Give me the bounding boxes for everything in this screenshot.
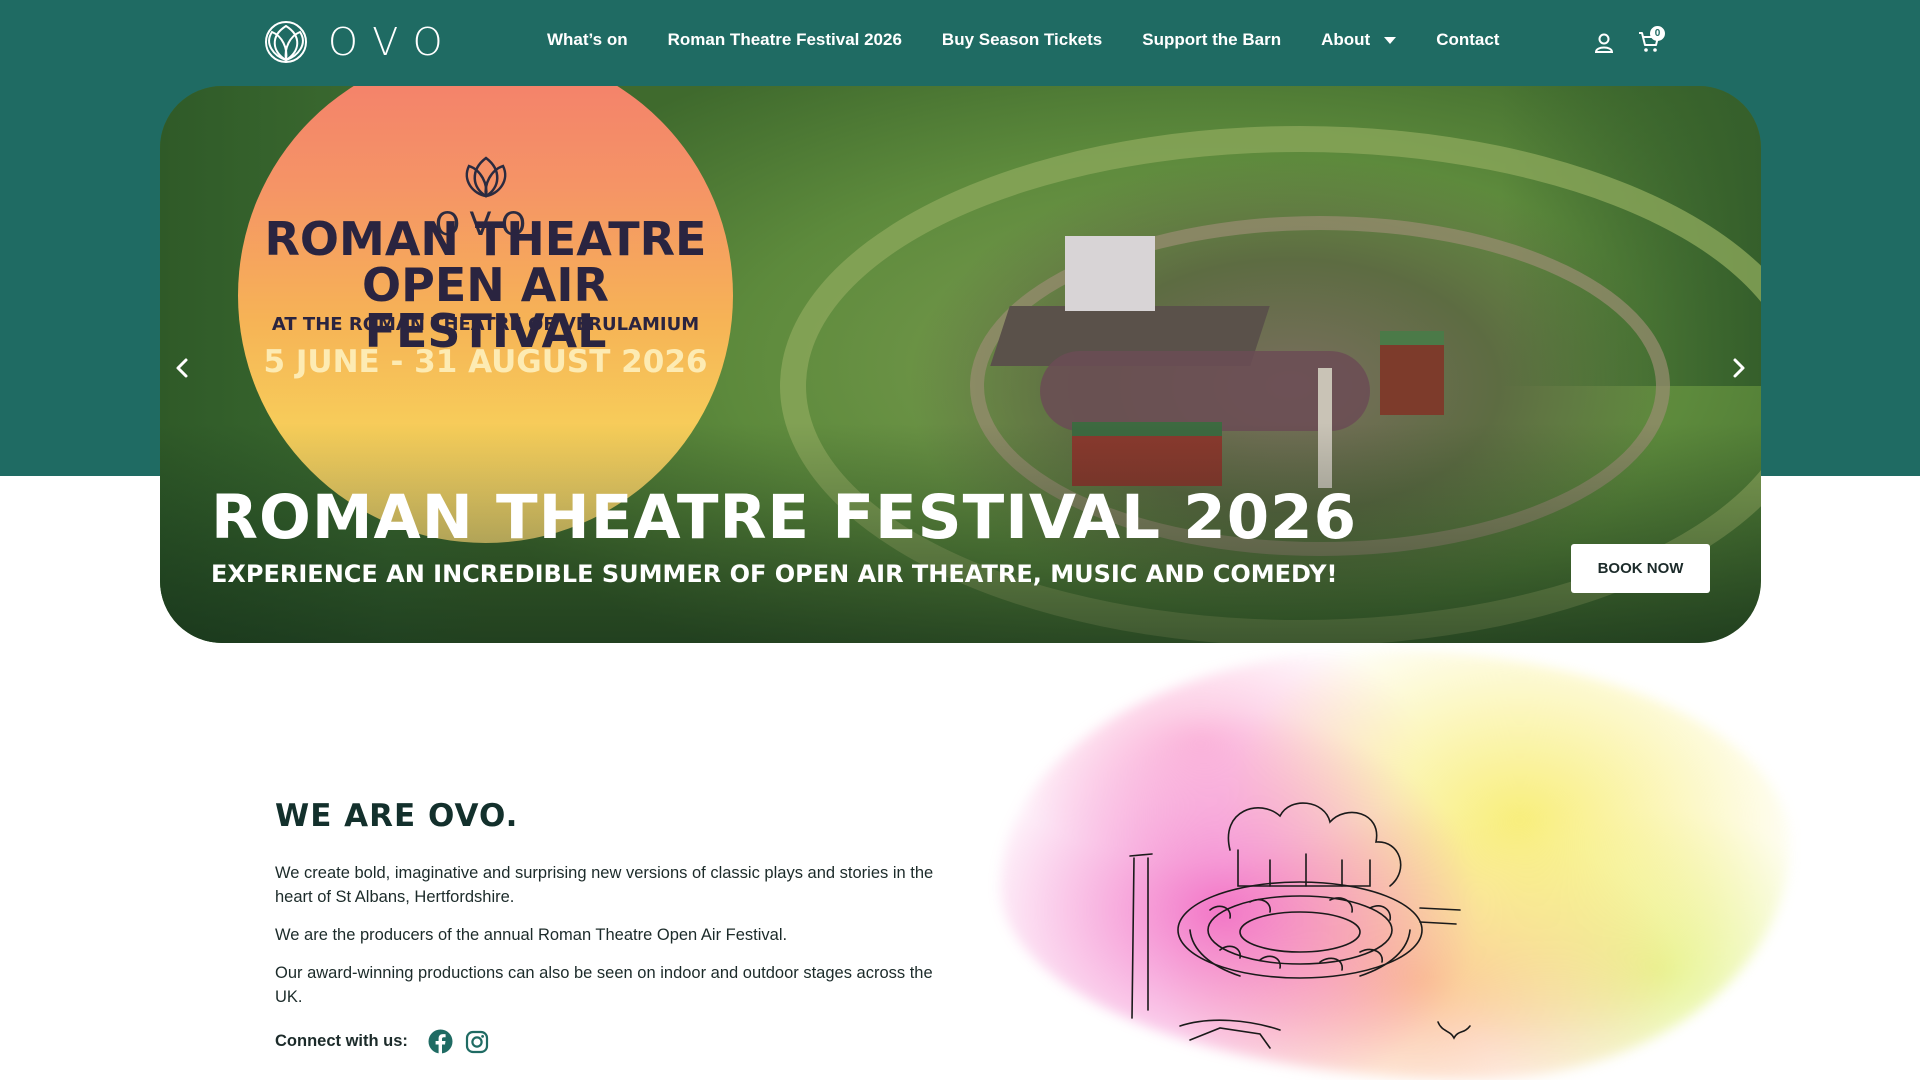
chevron-left-icon[interactable]	[170, 352, 194, 384]
nav-whats-on[interactable]: What’s on	[547, 30, 628, 50]
instagram-icon[interactable]	[465, 1030, 489, 1054]
poster-venue: AT THE ROMAN THEATRE OF VERULAMIUM	[271, 314, 700, 335]
hero-subtitle: EXPERIENCE AN INCREDIBLE SUMMER OF OPEN …	[211, 560, 1338, 588]
chevron-right-icon[interactable]	[1727, 352, 1751, 384]
account-icon[interactable]	[1594, 32, 1614, 54]
about-paragraph: We create bold, imaginative and surprisi…	[275, 864, 934, 906]
connect-label: Connect with us:	[275, 1032, 408, 1050]
logo-wordmark: OVO	[328, 20, 458, 64]
nav-about[interactable]: About	[1321, 30, 1397, 50]
book-now-button[interactable]: BOOK NOW	[1571, 544, 1710, 593]
hero-title: ROMAN THEATRE FESTIVAL 2026	[211, 482, 1358, 553]
nav-label: Contact	[1436, 30, 1500, 49]
about-heading: WE ARE OVO.	[275, 798, 519, 834]
facebook-icon[interactable]	[428, 1029, 453, 1054]
hero-photo-stage	[1065, 236, 1155, 311]
hero-carousel: OVO ROMAN THEATRE OPEN AIR FESTIVAL AT T…	[160, 86, 1761, 643]
nav-roman-theatre-festival[interactable]: Roman Theatre Festival 2026	[668, 30, 902, 50]
nav-label: Roman Theatre Festival 2026	[667, 30, 902, 49]
nav-label: Buy Season Tickets	[941, 30, 1103, 49]
nav-label: What’s on	[547, 30, 628, 49]
nav-label: Support the Barn	[1142, 30, 1282, 49]
ovo-logo[interactable]: OVO	[258, 20, 457, 64]
main-navigation: What’s on Roman Theatre Festival 2026 Bu…	[547, 30, 1539, 50]
cart-count-badge: 0	[1650, 26, 1665, 41]
hero-photo-hut	[1380, 331, 1444, 415]
about-paragraph: Our award-winning productions can also b…	[275, 964, 933, 1006]
site-header: OVO What’s on Roman Theatre Festival 202…	[0, 0, 1920, 86]
nav-contact[interactable]: Contact	[1436, 30, 1499, 50]
poster-dates: 5 JUNE - 31 AUGUST 2026	[263, 344, 708, 380]
caret-down-icon	[1384, 36, 1397, 44]
poster-title-line: ROMAN THEATRE	[264, 212, 707, 266]
theatre-sketch-illustration	[1129, 802, 1471, 1049]
nav-support-the-barn[interactable]: Support the Barn	[1142, 30, 1281, 50]
connect-row: Connect with us:	[275, 1029, 501, 1054]
lotus-logo-icon	[465, 156, 506, 198]
nav-buy-season-tickets[interactable]: Buy Season Tickets	[942, 30, 1102, 50]
lotus-logo-icon	[265, 21, 307, 63]
nav-label: About	[1321, 30, 1371, 49]
about-paragraph: We are the producers of the annual Roman…	[275, 926, 788, 944]
poster-title-line: OPEN AIR FESTIVAL	[362, 258, 609, 358]
